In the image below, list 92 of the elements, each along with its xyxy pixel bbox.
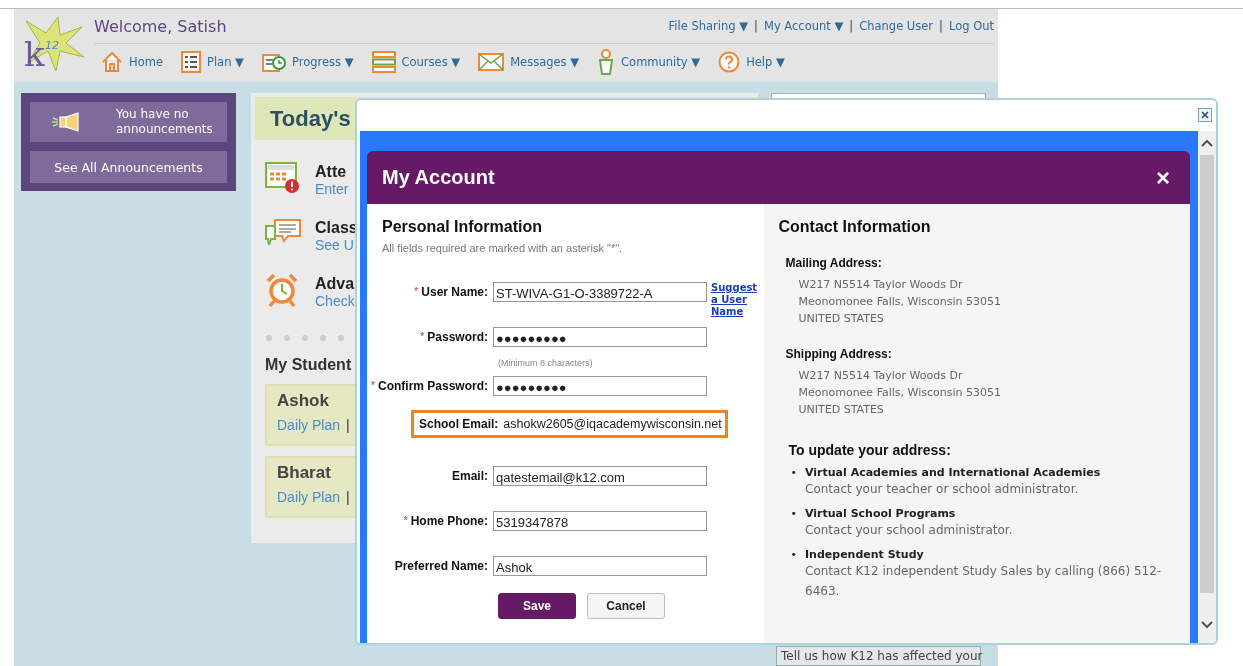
program-title: Virtual Academies and International Academies <box>805 466 1102 479</box>
input-field[interactable]: ST-WIVA-G1-O-3389722-A <box>493 282 707 302</box>
save-button[interactable]: Save <box>498 593 576 619</box>
address-line: Meonomonee Falls, Wisconsin 53051 <box>798 385 1002 401</box>
list-icon[interactable] <box>180 51 201 73</box>
program-title: Virtual School Programs <box>805 507 957 520</box>
field-label: Password: <box>427 330 488 344</box>
required-marker: * <box>370 379 375 391</box>
scroll-down-icon[interactable] <box>1201 621 1213 629</box>
address-line: Meonomonee Falls, Wisconsin 53051 <box>798 294 1002 310</box>
field-label: Email: <box>452 469 488 483</box>
required-marker: * <box>403 514 408 526</box>
cancel-button[interactable]: Cancel <box>587 593 665 619</box>
dialog-title: My Account <box>382 166 495 189</box>
address-line: W217 N5514 Taylor Woods Dr <box>798 277 964 293</box>
separator: | <box>939 19 943 33</box>
envelope-icon[interactable] <box>478 53 505 71</box>
item-title: Adva <box>315 275 355 293</box>
bullet: • <box>790 466 797 481</box>
feedback-text: Tell us how K12 has affected your <box>781 649 983 663</box>
field-label: User Name: <box>421 285 488 299</box>
header-link[interactable]: Change User <box>859 19 934 33</box>
program-text: Contact your teacher or school administrator. <box>805 481 1080 498</box>
student-name: Bharat <box>277 463 331 483</box>
home-icon[interactable] <box>101 51 123 73</box>
program-title: Independent Study <box>805 548 925 561</box>
item-link[interactable]: See U <box>315 237 354 253</box>
nav-item[interactable]: Plan ▼ <box>180 51 244 73</box>
announcement-text: You have no announcements <box>116 107 214 137</box>
daily-plan-link[interactable]: Daily Plan <box>277 417 341 433</box>
nav-item[interactable]: Help ▼ <box>718 51 785 73</box>
nav-item[interactable]: Messages ▼ <box>478 53 580 71</box>
help-icon[interactable] <box>718 51 741 73</box>
section-heading: Contact Information <box>778 218 932 236</box>
program-text: Contact your school administrator. <box>805 522 1014 539</box>
field-label: Preferred Name: <box>394 559 488 573</box>
nav-item[interactable]: Home <box>101 51 163 73</box>
section-heading: Personal Information <box>381 218 544 236</box>
address-label: Shipping Address: <box>784 347 893 361</box>
separator: | <box>346 417 350 433</box>
input-field[interactable]: Ashok <box>493 556 707 576</box>
input-field[interactable]: ●●●●●●●●● <box>493 327 707 347</box>
separator: | <box>346 489 350 505</box>
student-name: Ashok <box>277 391 329 411</box>
address-line: W217 N5514 Taylor Woods Dr <box>798 368 964 384</box>
item-link[interactable]: Check <box>315 293 355 309</box>
header-link[interactable]: Log Out <box>948 19 994 33</box>
see-all-announcements-button[interactable]: See All Announcements <box>30 151 227 183</box>
suggest-link[interactable]: Suggest a User Name <box>711 282 759 318</box>
today-heading: Today's <box>270 106 351 131</box>
item-link[interactable]: Enter <box>315 181 349 197</box>
scroll-up-icon[interactable] <box>1201 139 1213 147</box>
welcome-text: Welcome, Satish <box>94 16 227 36</box>
item-title: Class <box>315 219 358 237</box>
nav-item[interactable]: Progress ▼ <box>261 51 354 73</box>
calendar-alert-icon[interactable] <box>265 162 301 194</box>
nav-item[interactable]: Community ▼ <box>597 49 701 75</box>
students-heading: My Student <box>265 356 352 373</box>
required-note: All fields required are marked with an asterisk "*". <box>381 242 624 254</box>
field-value: ashokw2605@iqacademywisconsin.net <box>503 417 722 431</box>
required-marker: * <box>414 285 419 297</box>
field-label: School Email: <box>418 417 499 431</box>
nav-item[interactable]: Courses ▼ <box>371 51 461 73</box>
input-field[interactable]: ●●●●●●●●● <box>493 376 707 396</box>
separator: | <box>849 19 854 33</box>
field-label: Home Phone: <box>410 514 488 528</box>
address-label: Mailing Address: <box>784 256 883 270</box>
hint-text: (Minimum 8 characters) <box>498 358 593 368</box>
close-button[interactable]: × <box>1156 163 1170 192</box>
alarm-clock-icon[interactable] <box>265 273 299 307</box>
input-field[interactable]: 5319347878 <box>493 511 707 531</box>
document-clock-icon[interactable] <box>261 51 286 73</box>
item-title: Atte <box>315 163 347 181</box>
bullet: • <box>790 507 797 522</box>
stack-icon[interactable] <box>371 51 396 73</box>
person-icon[interactable] <box>597 49 616 75</box>
address-line: UNITED STATES <box>798 311 885 327</box>
field-label: Confirm Password: <box>378 379 488 393</box>
close-icon[interactable] <box>1198 108 1212 122</box>
update-heading: To update your address: <box>787 442 952 458</box>
logo-number: 12 <box>45 39 59 52</box>
scrollbar[interactable] <box>1198 131 1216 643</box>
required-marker: * <box>420 330 425 342</box>
scrollbar-thumb[interactable] <box>1200 155 1214 593</box>
input-field[interactable]: qatestemail@k12.com <box>493 466 707 486</box>
bullet: • <box>790 548 797 563</box>
separator: | <box>754 19 758 33</box>
daily-plan-link[interactable]: Daily Plan <box>277 489 341 505</box>
header-link[interactable]: File Sharing ▼ <box>668 19 749 33</box>
header-link[interactable]: My Account ▼ <box>763 19 844 33</box>
address-line: UNITED STATES <box>798 402 885 418</box>
program-text: Contact K12 independent Study Sales by calling (866) 512-6463. <box>805 563 1163 600</box>
